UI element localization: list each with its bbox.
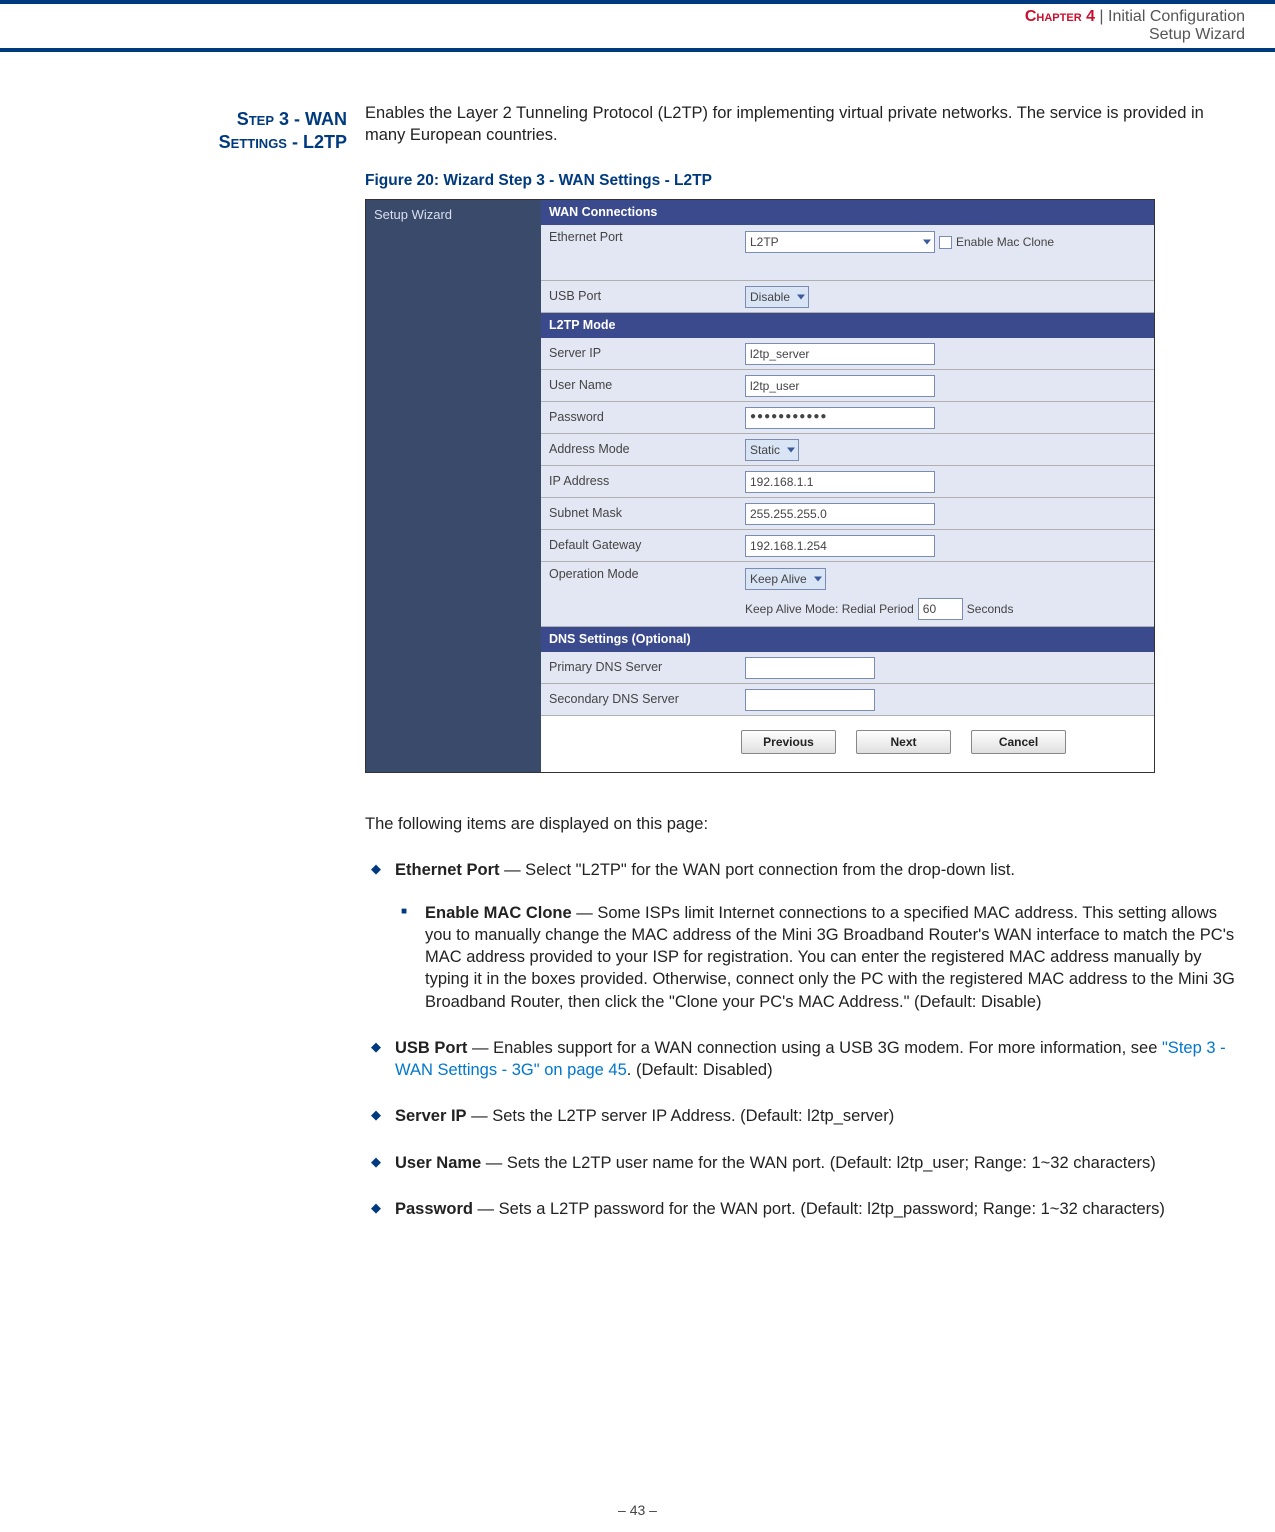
section-dns-settings: DNS Settings (Optional) [541, 627, 1154, 652]
label-usb-port: USB Port [541, 288, 741, 305]
previous-button[interactable]: Previous [741, 730, 836, 754]
wizard-screenshot: Setup Wizard WAN Connections Ethernet Po… [365, 199, 1155, 773]
input-secondary-dns[interactable] [745, 689, 875, 711]
section-wan-connections: WAN Connections [541, 200, 1154, 225]
input-user-name[interactable]: l2tp_user [745, 375, 935, 397]
item-title-user-name: User Name [395, 1154, 481, 1172]
label-ip-address: IP Address [541, 473, 741, 490]
item-server-ip: Server IP — Sets the L2TP server IP Addr… [365, 1105, 1245, 1127]
intro-paragraph: Enables the Layer 2 Tunneling Protocol (… [365, 102, 1245, 147]
item-title-server-ip: Server IP [395, 1107, 467, 1125]
lead-paragraph: The following items are displayed on thi… [365, 813, 1245, 835]
label-operation-mode: Operation Mode [541, 566, 741, 583]
row-address-mode: Address Mode Static [541, 434, 1154, 466]
label-redial-period: Keep Alive Mode: Redial Period [745, 601, 914, 617]
header-title-primary: Initial Configuration [1108, 8, 1245, 25]
label-server-ip: Server IP [541, 345, 741, 362]
label-ethernet-port: Ethernet Port [541, 229, 741, 246]
item-title-password: Password [395, 1200, 473, 1218]
section-l2tp-mode: L2TP Mode [541, 313, 1154, 338]
row-default-gateway: Default Gateway 192.168.1.254 [541, 530, 1154, 562]
input-password[interactable]: ●●●●●●●●●●● [745, 407, 935, 429]
input-redial-period[interactable]: 60 [918, 598, 963, 620]
checkbox-enable-mac-clone[interactable] [939, 236, 952, 249]
select-operation-mode[interactable]: Keep Alive [745, 568, 826, 590]
row-server-ip: Server IP l2tp_server [541, 338, 1154, 370]
label-seconds: Seconds [967, 601, 1014, 617]
item-title-ethernet: Ethernet Port [395, 861, 500, 879]
input-default-gateway[interactable]: 192.168.1.254 [745, 535, 935, 557]
input-ip-address[interactable]: 192.168.1.1 [745, 471, 935, 493]
item-text-password: — Sets a L2TP password for the WAN port.… [473, 1200, 1165, 1218]
input-primary-dns[interactable] [745, 657, 875, 679]
label-primary-dns: Primary DNS Server [541, 659, 741, 676]
item-password: Password — Sets a L2TP password for the … [365, 1198, 1245, 1220]
select-usb-port[interactable]: Disable [745, 286, 809, 308]
section-heading-line1: Step 3 - WAN [237, 109, 347, 129]
label-address-mode: Address Mode [541, 441, 741, 458]
header-chapter: Chapter 4 [1025, 8, 1095, 25]
row-user-name: User Name l2tp_user [541, 370, 1154, 402]
item-title-usb: USB Port [395, 1039, 467, 1057]
next-button[interactable]: Next [856, 730, 951, 754]
label-subnet-mask: Subnet Mask [541, 505, 741, 522]
wizard-sidebar: Setup Wizard [366, 200, 541, 772]
row-primary-dns: Primary DNS Server [541, 652, 1154, 684]
header-separator: | [1095, 8, 1108, 25]
section-heading-line2: Settings - L2TP [219, 132, 347, 152]
item-user-name: User Name — Sets the L2TP user name for … [365, 1152, 1245, 1174]
subitem-mac-clone: Enable MAC Clone — Some ISPs limit Inter… [395, 902, 1245, 1013]
section-heading: Step 3 - WAN Settings - L2TP [0, 108, 347, 155]
page-number: – 43 – [0, 1502, 1275, 1518]
input-subnet-mask[interactable]: 255.255.255.0 [745, 503, 935, 525]
row-ethernet-port: Ethernet Port L2TP Enable Mac Clone [541, 225, 1154, 281]
input-server-ip[interactable]: l2tp_server [745, 343, 935, 365]
label-user-name: User Name [541, 377, 741, 394]
label-password: Password [541, 409, 741, 426]
label-enable-mac-clone: Enable Mac Clone [956, 234, 1054, 250]
header-title-secondary: Setup Wizard [0, 26, 1245, 44]
item-ethernet-port: Ethernet Port — Select "L2TP" for the WA… [365, 859, 1245, 1013]
label-secondary-dns: Secondary DNS Server [541, 691, 741, 708]
item-list: Ethernet Port — Select "L2TP" for the WA… [365, 859, 1245, 1220]
item-text-usb-before: — Enables support for a WAN connection u… [467, 1039, 1162, 1057]
figure-caption: Figure 20: Wizard Step 3 - WAN Settings … [365, 171, 1245, 192]
item-usb-port: USB Port — Enables support for a WAN con… [365, 1037, 1245, 1082]
item-text-ethernet: — Select "L2TP" for the WAN port connect… [500, 861, 1016, 879]
row-operation-mode: Operation Mode Keep Alive Keep Alive Mod… [541, 562, 1154, 627]
page-header: Chapter 4 | Initial Configuration Setup … [0, 0, 1275, 52]
select-ethernet-port[interactable]: L2TP [745, 231, 935, 253]
row-subnet-mask: Subnet Mask 255.255.255.0 [541, 498, 1154, 530]
item-text-usb-after: . (Default: Disabled) [627, 1061, 773, 1079]
row-password: Password ●●●●●●●●●●● [541, 402, 1154, 434]
row-usb-port: USB Port Disable [541, 281, 1154, 313]
cancel-button[interactable]: Cancel [971, 730, 1066, 754]
item-text-user-name: — Sets the L2TP user name for the WAN po… [481, 1154, 1156, 1172]
subitem-title-mac: Enable MAC Clone [425, 904, 572, 922]
item-text-server-ip: — Sets the L2TP server IP Address. (Defa… [467, 1107, 895, 1125]
row-secondary-dns: Secondary DNS Server [541, 684, 1154, 716]
row-ip-address: IP Address 192.168.1.1 [541, 466, 1154, 498]
label-default-gateway: Default Gateway [541, 537, 741, 554]
select-address-mode[interactable]: Static [745, 439, 799, 461]
